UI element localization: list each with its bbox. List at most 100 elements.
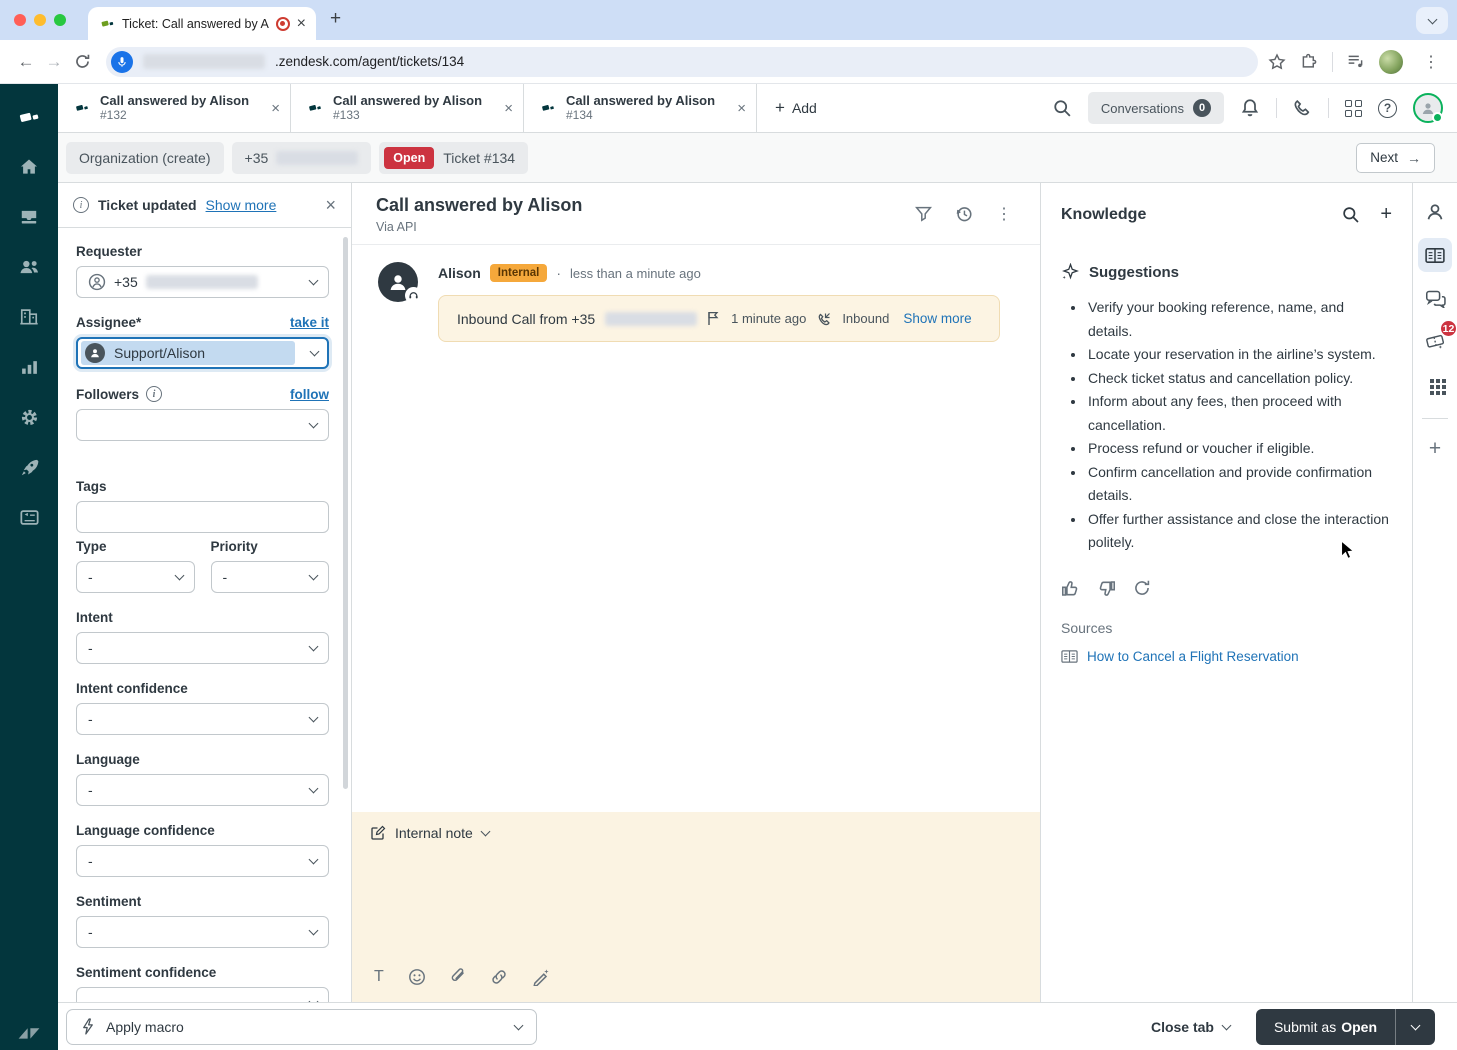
emoji-icon[interactable] xyxy=(408,968,426,986)
product-logo-icon[interactable] xyxy=(0,92,58,142)
add-app-icon[interactable] xyxy=(1418,432,1452,466)
take-it-link[interactable]: take it xyxy=(290,315,329,330)
window-controls xyxy=(14,14,66,26)
rocket-icon[interactable] xyxy=(0,442,58,492)
conversations-button[interactable]: Conversations 0 xyxy=(1088,92,1224,124)
history-icon[interactable] xyxy=(955,205,973,223)
conversations-rail-icon[interactable] xyxy=(1418,281,1452,315)
breadcrumb-organization[interactable]: Organization (create) xyxy=(66,142,224,174)
text-format-icon[interactable] xyxy=(374,968,384,986)
apps-grid-icon[interactable] xyxy=(1345,100,1362,117)
type-select[interactable]: - xyxy=(76,561,195,593)
composer-channel-selector[interactable]: Internal note xyxy=(370,825,1022,841)
submit-split-button[interactable]: Submit as Open xyxy=(1256,1009,1435,1045)
browser-menu-icon[interactable] xyxy=(1417,52,1445,72)
suggestion-item: Inform about any fees, then proceed with… xyxy=(1086,390,1392,437)
apps-rail-icon[interactable] xyxy=(1418,367,1452,401)
person-circle-icon xyxy=(88,273,106,291)
follow-link[interactable]: follow xyxy=(290,387,329,402)
sentiment-select[interactable]: - xyxy=(76,916,329,948)
views-icon[interactable] xyxy=(0,192,58,242)
customers-icon[interactable] xyxy=(0,242,58,292)
close-tab-icon[interactable] xyxy=(297,16,306,32)
assignee-label: Assignee* xyxy=(76,315,141,330)
submit-button[interactable]: Submit as Open xyxy=(1256,1009,1395,1045)
tags-label: Tags xyxy=(76,479,329,494)
thumbs-down-icon[interactable] xyxy=(1097,579,1116,598)
close-ticket-tab-icon[interactable] xyxy=(271,100,280,117)
bookmark-star-icon[interactable] xyxy=(1268,53,1286,71)
reload-button[interactable] xyxy=(68,53,96,70)
requester-select[interactable]: +35 xyxy=(76,266,329,298)
submit-dropdown-button[interactable] xyxy=(1395,1009,1435,1045)
language-select[interactable]: - xyxy=(76,774,329,806)
close-window-button[interactable] xyxy=(14,14,26,26)
media-controls-icon[interactable] xyxy=(1347,53,1365,71)
submit-status: Open xyxy=(1341,1019,1377,1035)
close-banner-icon[interactable] xyxy=(325,195,336,216)
language-confidence-select[interactable]: - xyxy=(76,845,329,877)
similar-tickets-icon[interactable]: 12 xyxy=(1418,324,1452,358)
knowledge-rail-icon[interactable] xyxy=(1418,238,1452,272)
minimize-window-button[interactable] xyxy=(34,14,46,26)
assignee-select[interactable]: Support/Alison xyxy=(76,337,329,369)
blurred-phone xyxy=(146,275,258,289)
filter-icon[interactable] xyxy=(915,206,932,223)
intent-select[interactable]: - xyxy=(76,632,329,664)
getting-started-icon[interactable] xyxy=(0,492,58,542)
followers-select[interactable] xyxy=(76,409,329,441)
back-button[interactable] xyxy=(12,52,40,72)
mic-permission-icon[interactable] xyxy=(111,51,133,73)
agent-avatar[interactable] xyxy=(1413,93,1443,123)
extensions-icon[interactable] xyxy=(1300,53,1318,71)
sentiment-value: - xyxy=(88,924,93,940)
url-bar[interactable]: .zendesk.com/agent/tickets/134 xyxy=(106,47,1258,77)
breadcrumb-requester[interactable]: +35 xyxy=(232,142,372,174)
language-label: Language xyxy=(76,752,329,767)
browser-tab[interactable]: Ticket: Call answered by A xyxy=(88,7,316,40)
browser-profile-avatar[interactable] xyxy=(1379,50,1403,74)
notifications-bell-icon[interactable] xyxy=(1240,98,1260,118)
close-tab-button[interactable]: Close tab xyxy=(1151,1019,1230,1035)
apply-macro-select[interactable]: Apply macro xyxy=(66,1009,537,1045)
attachment-icon[interactable] xyxy=(450,968,466,986)
show-more-link[interactable]: Show more xyxy=(903,311,971,326)
reporting-icon[interactable] xyxy=(0,342,58,392)
admin-gear-icon[interactable] xyxy=(0,392,58,442)
link-icon[interactable] xyxy=(490,968,508,986)
ai-pen-icon[interactable] xyxy=(532,968,550,986)
ticket-tab-134-active[interactable]: Call answered by Alison#134 xyxy=(524,84,757,132)
help-icon[interactable] xyxy=(1378,99,1397,118)
internal-note-composer[interactable]: Internal note xyxy=(352,812,1040,1002)
organizations-icon[interactable] xyxy=(0,292,58,342)
next-button[interactable]: Next xyxy=(1356,143,1435,173)
sentiment-confidence-select[interactable] xyxy=(76,987,329,1002)
panel-scrollbar[interactable] xyxy=(343,237,348,789)
show-more-link[interactable]: Show more xyxy=(206,197,277,213)
message-avatar xyxy=(378,262,418,302)
priority-select[interactable]: - xyxy=(211,561,330,593)
search-icon[interactable] xyxy=(1053,99,1072,118)
intent-confidence-select[interactable]: - xyxy=(76,703,329,735)
ticket-tab-132[interactable]: Call answered by Alison#132 xyxy=(58,84,291,132)
close-ticket-tab-icon[interactable] xyxy=(504,100,513,117)
source-link[interactable]: How to Cancel a Flight Reservation xyxy=(1087,649,1299,664)
tags-input[interactable] xyxy=(76,501,329,533)
tab-overflow-button[interactable] xyxy=(1416,7,1448,34)
knowledge-add-icon[interactable] xyxy=(1380,203,1392,226)
zoom-window-button[interactable] xyxy=(54,14,66,26)
home-icon[interactable] xyxy=(0,142,58,192)
overflow-menu-icon[interactable] xyxy=(996,204,1012,224)
forward-button[interactable] xyxy=(40,52,68,72)
close-ticket-tab-icon[interactable] xyxy=(737,100,746,117)
thumbs-up-icon[interactable] xyxy=(1061,579,1080,598)
source-row[interactable]: How to Cancel a Flight Reservation xyxy=(1061,649,1392,664)
regenerate-icon[interactable] xyxy=(1133,579,1151,597)
ticket-tab-133[interactable]: Call answered by Alison#133 xyxy=(291,84,524,132)
talk-phone-icon[interactable] xyxy=(1293,99,1312,118)
new-tab-button[interactable] xyxy=(330,8,341,30)
knowledge-search-icon[interactable] xyxy=(1342,206,1360,224)
intent-label: Intent xyxy=(76,610,329,625)
user-context-icon[interactable] xyxy=(1418,195,1452,229)
add-tab-button[interactable]: Add xyxy=(757,84,835,132)
